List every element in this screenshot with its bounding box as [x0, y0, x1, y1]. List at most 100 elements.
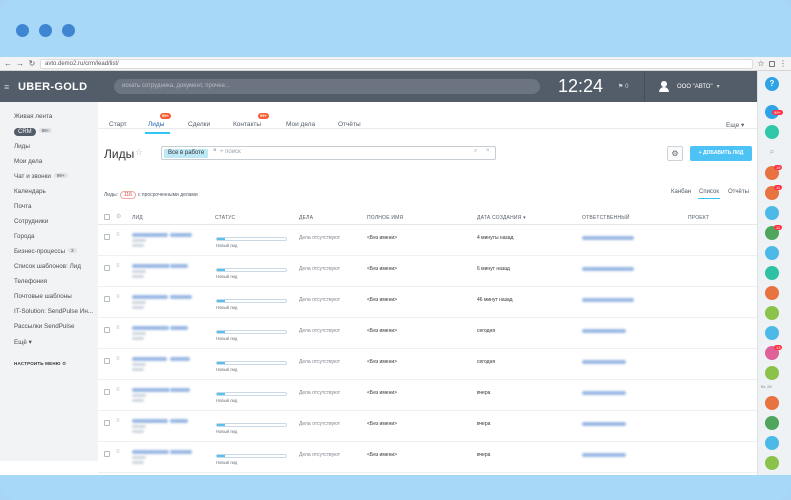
table-row[interactable]: ≡ Новый лид Дела отсутствуют <Без имени> 46 … [98, 287, 757, 318]
tab-leads[interactable]: Лиды [148, 121, 164, 128]
browser-menu-icon[interactable]: ⋮ [779, 59, 787, 68]
responsible-link[interactable] [582, 422, 626, 426]
lead-title-link[interactable] [132, 264, 170, 268]
row-checkbox[interactable] [104, 265, 110, 271]
table-row[interactable]: ≡ Новый лид Дела отсутствуют <Без имени> вче… [98, 411, 757, 442]
forward-icon[interactable]: → [16, 59, 24, 68]
column-header[interactable]: СТАТУС [215, 215, 235, 221]
lead-title-link[interactable] [170, 326, 188, 330]
minimize-dot[interactable] [39, 24, 52, 37]
tab-my-tasks[interactable]: Мои дела [286, 121, 315, 128]
phone-icon[interactable] [765, 456, 779, 470]
table-row[interactable]: ≡ Новый лид Дела отсутствуют <Без имени> сег… [98, 349, 757, 380]
lead-title-link[interactable] [132, 295, 168, 299]
lead-title-link[interactable] [132, 326, 169, 330]
tab-contacts[interactable]: Контакты [233, 121, 261, 128]
responsible-link[interactable] [582, 360, 626, 364]
lead-title-link[interactable] [170, 264, 188, 268]
status-progress-bar[interactable] [216, 454, 287, 458]
column-header[interactable]: ПОЛНОЕ ИМЯ [367, 215, 403, 221]
column-header[interactable]: ПРОЕКТ [688, 215, 709, 221]
row-menu-icon[interactable]: ≡ [116, 356, 120, 362]
company-name[interactable]: ООО "АВТО" [677, 84, 713, 90]
sidebar-item-mailings[interactable]: Рассылки SendPulse [14, 323, 74, 330]
avatar[interactable] [765, 366, 779, 380]
lead-title-link[interactable] [170, 295, 192, 299]
tab-start[interactable]: Старт [109, 121, 127, 128]
row-checkbox[interactable] [104, 327, 110, 333]
close-icon[interactable]: × [213, 148, 217, 154]
maximize-dot[interactable] [62, 24, 75, 37]
table-row[interactable]: ≡ Новый лид Дела отсутствуют <Без имени> сег… [98, 318, 757, 349]
tab-reports[interactable]: Отчёты [338, 121, 361, 128]
sidebar-item-calendar[interactable]: Календарь [14, 188, 46, 195]
star-icon[interactable]: ☆ [135, 147, 143, 158]
row-checkbox[interactable] [104, 296, 110, 302]
responsible-link[interactable] [582, 391, 626, 395]
url-input[interactable]: avto.demo2.ru/crm/lead/list/ [40, 58, 753, 69]
sidebar-item-sendpulse[interactable]: IT-Solution: SendPulse Ин... [14, 308, 93, 315]
row-checkbox[interactable] [104, 451, 110, 457]
clear-icon[interactable]: × [486, 148, 490, 154]
avatar[interactable] [765, 286, 779, 300]
responsible-link[interactable] [582, 236, 634, 240]
overdue-count[interactable]: 116 [119, 191, 136, 199]
sidebar-item-more[interactable]: Ещё ▾ [14, 339, 32, 346]
more-menu[interactable]: Еще ▾ [726, 121, 744, 129]
lead-title-link[interactable] [170, 419, 188, 423]
sidebar-item-employees[interactable]: Сотрудники [14, 218, 48, 225]
view-list[interactable]: Список [699, 189, 719, 195]
flag-counter[interactable]: ⚑ 0 [618, 83, 634, 90]
column-header[interactable]: ДЕЛА [299, 215, 313, 221]
column-header[interactable]: ДАТА СОЗДАНИЯ ▾ [477, 215, 526, 221]
responsible-link[interactable] [582, 298, 634, 302]
status-progress-bar[interactable] [216, 237, 287, 241]
status-progress-bar[interactable] [216, 423, 287, 427]
close-dot[interactable] [16, 24, 29, 37]
global-search-input[interactable]: искать сотрудника, документ, прочее... [114, 79, 540, 94]
avatar[interactable] [765, 396, 779, 410]
select-all-checkbox[interactable] [104, 214, 110, 220]
clock[interactable]: 12:24 [558, 76, 608, 97]
search-input[interactable]: + поиск [220, 149, 241, 155]
sidebar-item-my-tasks[interactable]: Мои дела [14, 158, 42, 165]
sidebar-item-bp[interactable]: Бизнес-процессы 3 [14, 248, 77, 255]
chat-icon[interactable] [765, 125, 779, 139]
search-icon[interactable]: ⌕ [765, 145, 779, 159]
avatar[interactable] [765, 436, 779, 450]
sidebar-item-chat[interactable]: Чат и звонки 99+ [14, 173, 68, 180]
help-icon[interactable]: ? [765, 77, 779, 91]
menu-icon[interactable]: ≡ [4, 82, 16, 92]
tab-deals[interactable]: Сделки [188, 121, 210, 128]
table-row[interactable]: ≡ Новый лид Дела отсутствуют <Без имени> 4 м… [98, 225, 757, 256]
avatar[interactable] [765, 326, 779, 340]
row-menu-icon[interactable]: ≡ [116, 325, 120, 331]
table-row[interactable]: ≡ Новый лид Дела отсутствуют <Без имени> вче… [98, 380, 757, 411]
lead-title-link[interactable] [170, 233, 192, 237]
sidebar-item-mail-templates[interactable]: Почтовые шаблоны [14, 293, 72, 300]
column-header[interactable]: ОТВЕТСТВЕННЫЙ [582, 215, 630, 221]
filter-chip[interactable]: Все в работе [164, 149, 209, 158]
responsible-link[interactable] [582, 453, 626, 457]
row-menu-icon[interactable]: ≡ [116, 449, 120, 455]
table-row[interactable]: ≡Ремонт/обслуживание одобрены менеджером… [98, 473, 757, 475]
row-checkbox[interactable] [104, 358, 110, 364]
sidebar-item-crm[interactable]: CRM 99+ [14, 128, 53, 136]
avatar[interactable] [765, 206, 779, 220]
lead-title-link[interactable] [132, 357, 167, 361]
avatar[interactable] [765, 306, 779, 320]
logo[interactable]: UBER-GOLD [18, 81, 100, 93]
sidebar-item-leads[interactable]: Лиды [14, 143, 30, 150]
lead-title-link[interactable] [132, 388, 170, 392]
user-icon[interactable] [659, 81, 669, 92]
row-menu-icon[interactable]: ≡ [116, 263, 120, 269]
responsible-link[interactable] [582, 267, 634, 271]
status-progress-bar[interactable] [216, 392, 287, 396]
row-menu-icon[interactable]: ≡ [116, 232, 120, 238]
row-checkbox[interactable] [104, 234, 110, 240]
table-row[interactable]: ≡ Новый лид Дела отсутствуют <Без имени> вче… [98, 442, 757, 473]
lead-title-link[interactable] [170, 388, 190, 392]
avatar[interactable] [765, 416, 779, 430]
lead-title-link[interactable] [132, 233, 168, 237]
lead-title-link[interactable] [132, 450, 169, 454]
